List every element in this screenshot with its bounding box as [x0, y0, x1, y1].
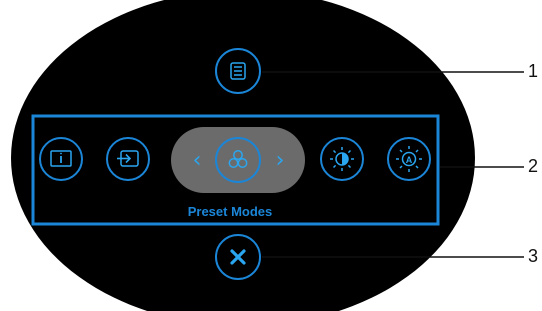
- callout-number-2: 2: [528, 156, 539, 176]
- preset-modes-button[interactable]: ‹ ›: [171, 127, 305, 193]
- svg-text:A: A: [406, 155, 413, 165]
- preset-modes-label: Preset Modes: [187, 204, 273, 219]
- osd-menu: ‹ › A: [11, 0, 524, 311]
- chevron-right-icon[interactable]: ›: [276, 148, 285, 173]
- chevron-left-icon[interactable]: ‹: [193, 148, 202, 173]
- selected-pill: [171, 127, 305, 193]
- callout-number-3: 3: [528, 246, 539, 266]
- callout-number-1: 1: [528, 61, 539, 81]
